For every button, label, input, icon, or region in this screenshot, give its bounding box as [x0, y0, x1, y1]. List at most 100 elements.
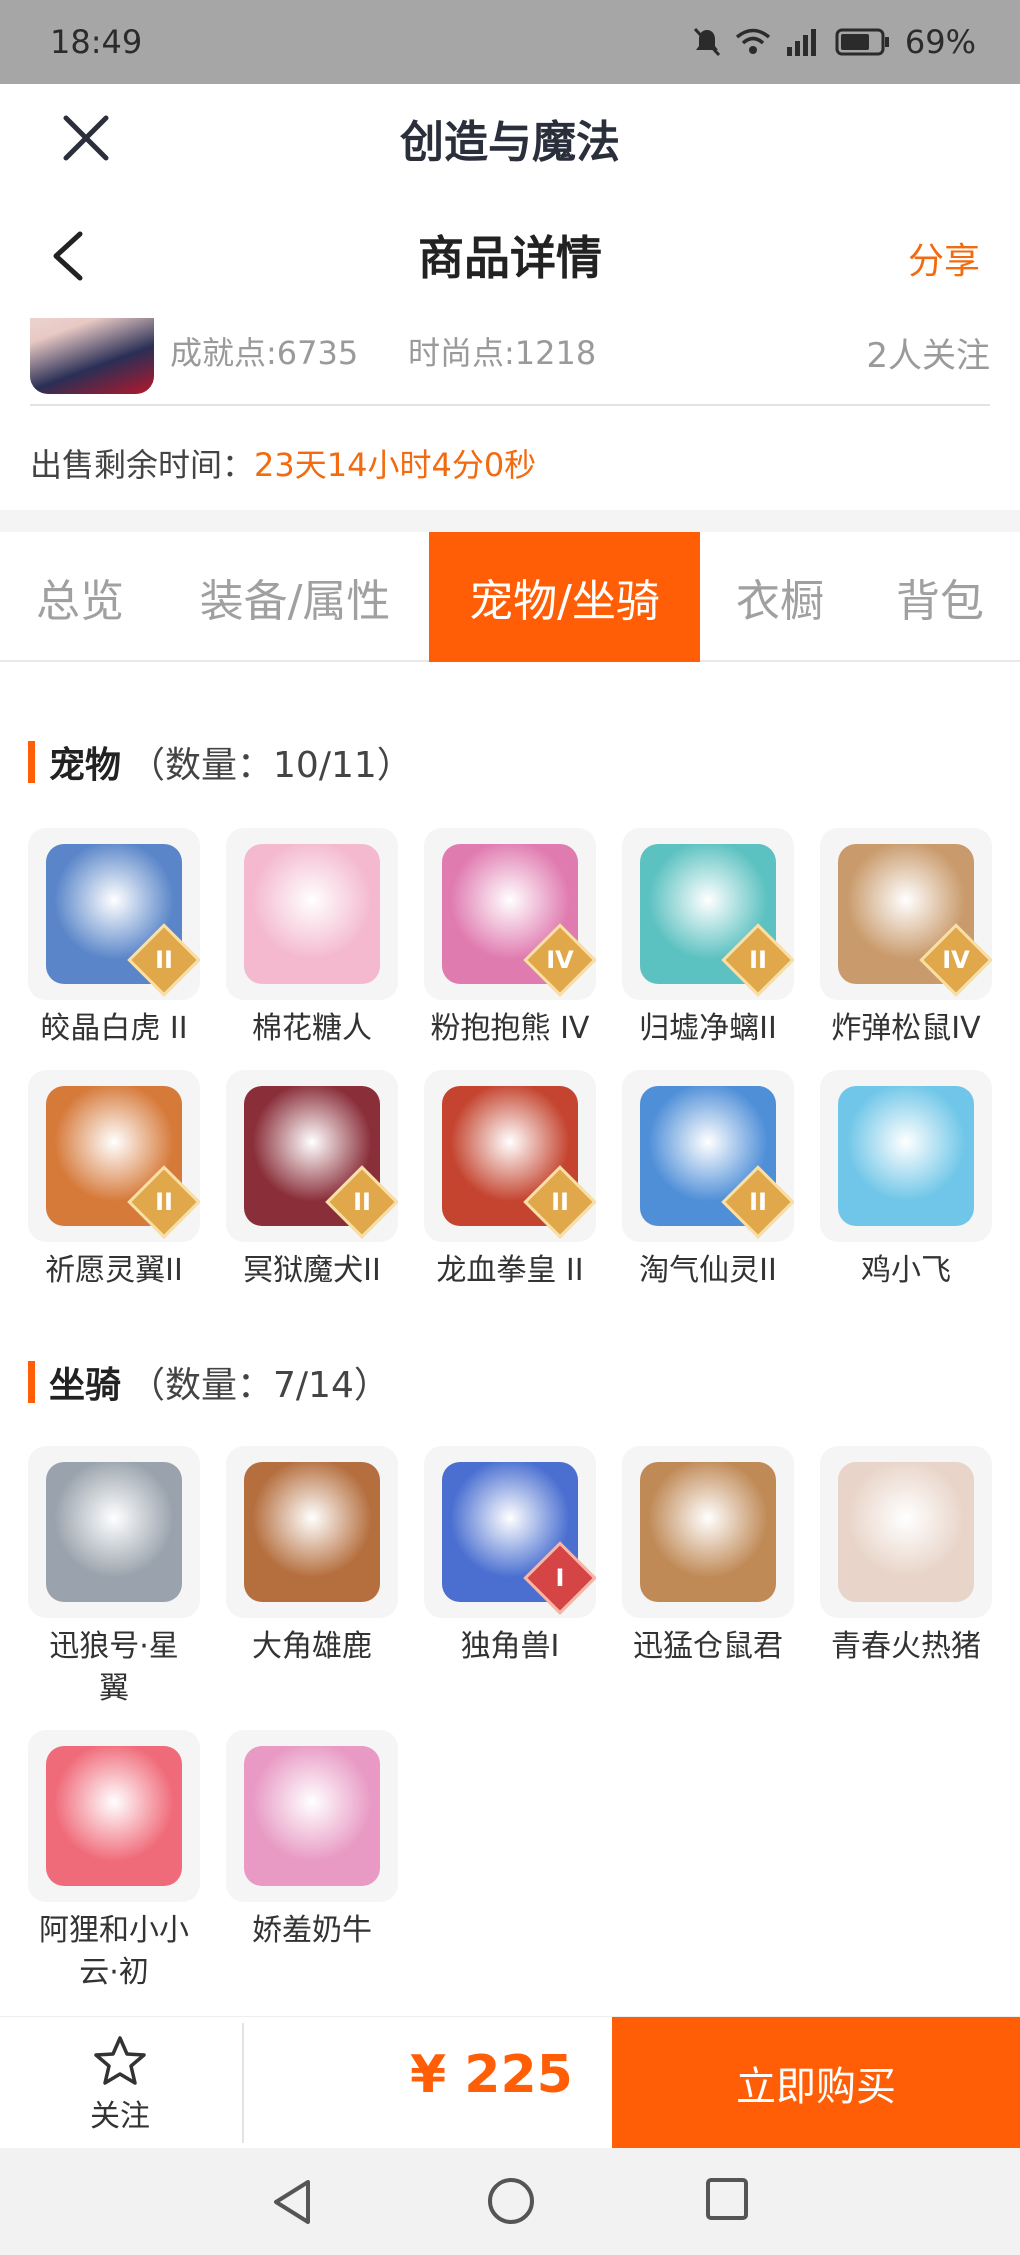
- follower-count: 2人关注: [866, 336, 990, 376]
- section-marker: [28, 1361, 35, 1403]
- mount-item[interactable]: 娇羞奶牛: [226, 1730, 398, 1952]
- sale-remaining-time: 出售剩余时间：23天14小时4分0秒: [30, 440, 536, 486]
- divider: [242, 2023, 244, 2143]
- item-name: 归墟净螭II: [639, 1011, 777, 1046]
- pet-item[interactable]: II 皎晶白虎 II: [28, 828, 200, 1050]
- item-name: 阿狸和小小 云·初: [39, 1913, 189, 1990]
- section-marker: [28, 741, 35, 783]
- tab-wardrobe[interactable]: 衣橱: [710, 532, 850, 662]
- fashion-points: 时尚点:1218: [408, 334, 597, 372]
- back-arrow-icon[interactable]: [48, 228, 88, 284]
- item-thumbnail: [226, 828, 398, 1000]
- signal-icon: [786, 29, 816, 56]
- sale-time-label: 出售剩余时间：: [30, 446, 255, 484]
- pet-item[interactable]: 棉花糖人: [226, 828, 398, 1050]
- item-name: 淘气仙灵II: [639, 1253, 777, 1288]
- item-name: 娇羞奶牛: [252, 1913, 372, 1948]
- bottom-action-bar: 关注 ¥ 225 立即购买: [0, 2016, 1020, 2149]
- item-name: 炸弹松鼠IV: [831, 1011, 981, 1046]
- system-navigation-bar: [0, 2148, 1020, 2255]
- back-nav-icon[interactable]: [268, 2176, 316, 2228]
- seller-info: 成就点:6735 时尚点:1218 2人关注: [0, 318, 1020, 408]
- pets-section-title: 宠物 （数量：10/11）: [28, 736, 413, 788]
- close-icon[interactable]: [60, 112, 112, 164]
- item-artwork: [244, 844, 380, 984]
- item-thumbnail: [226, 1730, 398, 1902]
- item-thumbnail: II: [424, 1070, 596, 1242]
- recents-nav-icon[interactable]: [704, 2176, 750, 2222]
- app-title: 创造与魔法: [400, 117, 620, 168]
- mount-item[interactable]: 迅狼号·星翼: [28, 1446, 200, 1710]
- mount-item[interactable]: I 独角兽I: [424, 1446, 596, 1668]
- item-name: 独角兽I: [460, 1629, 560, 1664]
- item-thumbnail: II: [622, 1070, 794, 1242]
- follow-button[interactable]: 关注: [60, 2035, 180, 2135]
- item-artwork: [838, 1086, 974, 1226]
- item-artwork: [244, 1462, 380, 1602]
- star-icon: [94, 2036, 146, 2085]
- item-name: 鸡小飞: [861, 1253, 951, 1288]
- item-name: 迅猛仓鼠君: [633, 1629, 783, 1664]
- mount-item[interactable]: 迅猛仓鼠君: [622, 1446, 794, 1668]
- battery-icon: [835, 28, 889, 56]
- item-thumbnail: [820, 1070, 992, 1242]
- item-thumbnail: I: [424, 1446, 596, 1618]
- sale-time-value: 23天14小时4分0秒: [254, 446, 537, 484]
- divider: [30, 404, 990, 406]
- item-name: 粉抱抱熊 IV: [430, 1011, 590, 1046]
- item-name: 龙血拳皇 II: [436, 1253, 584, 1288]
- item-name: 青春火热猪: [831, 1629, 981, 1664]
- item-thumbnail: IV: [424, 828, 596, 1000]
- mount-item[interactable]: 青春火热猪: [820, 1446, 992, 1668]
- tab-bar: 总览 装备/属性 宠物/坐骑 衣橱 背包: [0, 532, 1020, 662]
- pet-item[interactable]: IV 炸弹松鼠IV: [820, 828, 992, 1050]
- tab-overview[interactable]: 总览: [0, 532, 160, 662]
- pet-item[interactable]: II 冥狱魔犬II: [226, 1070, 398, 1292]
- buy-now-button[interactable]: 立即购买: [612, 2017, 1020, 2149]
- nav-bar: 商品详情 分享: [0, 192, 1020, 318]
- item-thumbnail: II: [28, 828, 200, 1000]
- item-name: 大角雄鹿: [252, 1629, 372, 1664]
- share-button[interactable]: 分享: [908, 232, 980, 284]
- item-thumbnail: [28, 1730, 200, 1902]
- pet-item[interactable]: II 归墟净螭II: [622, 828, 794, 1050]
- item-thumbnail: [226, 1446, 398, 1618]
- item-name: 冥狱魔犬II: [243, 1253, 381, 1288]
- home-nav-icon[interactable]: [486, 2176, 536, 2226]
- section-gap: [0, 510, 1020, 532]
- tab-backpack[interactable]: 背包: [870, 532, 1010, 662]
- item-artwork: [640, 1462, 776, 1602]
- item-thumbnail: II: [622, 828, 794, 1000]
- follow-label: 关注: [90, 2099, 150, 2134]
- tab-pets-mounts[interactable]: 宠物/坐骑: [429, 532, 700, 662]
- pet-item[interactable]: IV 粉抱抱熊 IV: [424, 828, 596, 1050]
- status-bar: 18:49 69%: [0, 0, 1020, 84]
- wifi-icon: [735, 28, 770, 54]
- item-thumbnail: [28, 1446, 200, 1618]
- pet-item[interactable]: II 祈愿灵翼II: [28, 1070, 200, 1292]
- app-bar: 创造与魔法: [0, 84, 1020, 192]
- item-thumbnail: IV: [820, 828, 992, 1000]
- item-thumbnail: [622, 1446, 794, 1618]
- page-title: 商品详情: [418, 231, 602, 285]
- item-name: 棉花糖人: [252, 1011, 372, 1046]
- item-thumbnail: [820, 1446, 992, 1618]
- item-artwork: [46, 1746, 182, 1886]
- pet-item[interactable]: 鸡小飞: [820, 1070, 992, 1292]
- bell-muted-icon: [693, 27, 720, 57]
- tab-equipment[interactable]: 装备/属性: [180, 532, 410, 662]
- pet-item[interactable]: II 龙血拳皇 II: [424, 1070, 596, 1292]
- item-artwork: [244, 1746, 380, 1886]
- pet-item[interactable]: II 淘气仙灵II: [622, 1070, 794, 1292]
- mount-item[interactable]: 大角雄鹿: [226, 1446, 398, 1668]
- item-name: 祈愿灵翼II: [45, 1253, 183, 1288]
- seller-avatar[interactable]: [30, 318, 154, 394]
- achievement-points: 成就点:6735: [170, 334, 359, 372]
- mounts-section-title: 坐骑 （数量：7/14）: [28, 1356, 390, 1408]
- status-icons: 69%: [693, 23, 976, 61]
- status-time: 18:49: [50, 23, 143, 61]
- item-thumbnail: II: [226, 1070, 398, 1242]
- mount-item[interactable]: 阿狸和小小 云·初: [28, 1730, 200, 1994]
- item-artwork: [838, 1462, 974, 1602]
- item-artwork: [46, 1462, 182, 1602]
